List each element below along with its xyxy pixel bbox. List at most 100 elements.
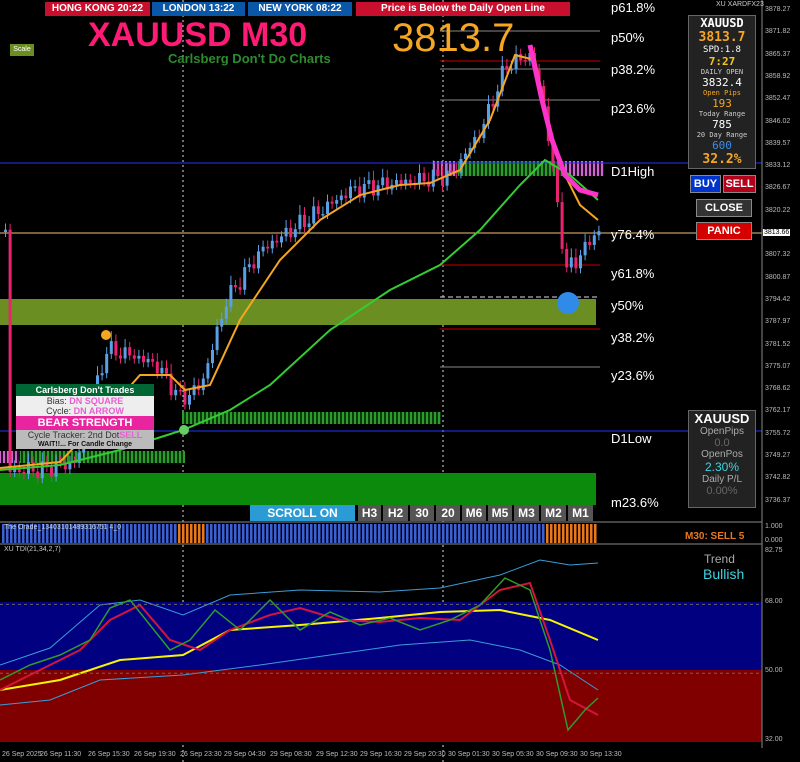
session-hong-kong: HONG KONG 20:22 [45,2,150,16]
orange-dot-marker [101,330,111,340]
info-panel: XAUUSD 3813.7 SPD:1.8 7:27 DAILY OPEN 38… [688,15,756,169]
sell-button[interactable]: SELL [723,175,756,193]
demand-zone [0,473,596,505]
time-tick: 29 Sep 08:30 [270,751,312,758]
price-tick: 3768.62 [765,385,791,393]
time-tick: 26 Sep 23:30 [180,751,222,758]
daily-pl-value: 0.00% [706,485,738,497]
y50-zone [0,299,596,325]
timeframe-m5[interactable]: M5 [488,505,512,521]
trend-label: Trend [704,552,735,566]
scroll-on-button[interactable]: SCROLL ON [250,505,355,521]
level-m23: m23.6% [611,495,659,510]
session-new-york: NEW YORK 08:22 [248,2,352,16]
price-tick: 3800.87 [765,273,791,281]
chart-canvas[interactable] [0,0,800,762]
green-dot-marker [179,425,189,435]
info-spread: SPD:1.8 [703,45,741,55]
time-tick: 30 Sep 01:30 [448,751,490,758]
time-tick: 29 Sep 16:30 [360,751,402,758]
trades-panel: Carlsberg Don't Trades Bias: DN SQUARE C… [16,384,154,451]
timeframe-m2[interactable]: M2 [541,505,566,521]
timeframe-20[interactable]: 20 [436,505,460,521]
price-tick: 3807.32 [765,251,791,259]
tracker-value: SELL [119,430,143,440]
time-tick: 26 Sep 2025 [2,751,42,758]
close-button[interactable]: CLOSE [696,199,752,217]
daily-open-banner: Price is Below the Daily Open Line [356,2,570,16]
level-p23: p23.6% [611,101,656,116]
timeframe-h3[interactable]: H3 [358,505,381,521]
price-tick: 3871.82 [765,28,791,36]
price-tick: 3852.47 [765,95,791,103]
orade-label: The Orade_13403101489316751 4_0 [4,524,122,531]
bias-label: Bias: [46,396,67,406]
level-y38: y38.2% [611,330,655,345]
time-tick: 30 Sep 13:30 [580,751,622,758]
open-pos-label: OpenPos [701,449,743,460]
price-tick: 3762.17 [765,407,791,415]
tdi-upper-zone [0,602,762,670]
orade-signal: M30: SELL 5 [685,531,745,542]
price-tick: 3794.42 [765,295,791,303]
time-tick: 30 Sep 09:30 [536,751,578,758]
timeframe-m6[interactable]: M6 [462,505,486,521]
price-tick: 3858.92 [765,72,791,80]
price-tick: 3846.02 [765,117,791,125]
buy-button[interactable]: BUY [690,175,721,193]
open-pips-value: 0.0 [714,437,730,449]
time-tick: 29 Sep 12:30 [316,751,358,758]
tdi-tick: 68.00 [765,598,783,605]
trades-title: Carlsberg Don't Trades [16,384,154,396]
info-20day: 600 [712,139,732,152]
blue-dot-marker [557,292,579,314]
level-d1high: D1High [611,164,655,179]
time-tick: 26 Sep 15:30 [88,751,130,758]
info-price: 3813.7 [698,30,746,45]
info-daily-open-label: DAILY OPEN [700,68,744,76]
level-d1low: D1Low [611,431,652,446]
daily-pl-label: Daily P/L [701,474,742,485]
timeframe-m1[interactable]: M1 [568,505,593,521]
info-daily-open: 3832.4 [702,76,742,89]
pips-symbol: XAUUSD [694,411,750,426]
level-y23: y23.6% [611,368,655,383]
timeframe-m3[interactable]: M3 [514,505,539,521]
info-20day-label: 20 Day Range [696,131,748,139]
time-tick: 29 Sep 04:30 [224,751,266,758]
price-tick: 3878.27 [765,6,791,13]
info-symbol: XAUUSD [700,16,744,30]
info-pct: 32.2% [702,152,742,167]
price-tick: 3820.22 [765,206,791,214]
bias-value: DN SQUARE [69,396,124,406]
price-tick: 3826.67 [765,184,791,192]
wait-message: WAIT!!... For Candle Change [16,440,154,449]
level-y61: y61.8% [611,266,655,281]
bear-strength: BEAR STRENGTH [16,416,154,430]
price-tick: 3787.97 [765,318,791,326]
time-tick: 30 Sep 05:30 [492,751,534,758]
price-tick: 3755.72 [765,429,791,437]
price-tick: 3839.57 [765,139,791,147]
time-tick: 26 Sep 11:30 [40,751,82,758]
tdi-tick: 50.00 [765,667,783,674]
price-tick: 3749.27 [765,452,791,459]
scale-button[interactable]: Scale [10,44,34,56]
info-open-pips-label: Open Pips [703,89,741,97]
cycle-value: DN ARROW [73,406,124,416]
level-p38: p38.2% [611,62,656,77]
level-p61: p61.8% [611,0,656,15]
price-tick: 3775.07 [765,362,791,370]
info-today-range-label: Today Range [698,110,746,118]
session-london: LONDON 13:22 [152,2,245,16]
price-tick: 3736.37 [765,496,791,504]
info-open-pips: 193 [712,97,732,110]
cycle-label: Cycle: [46,406,72,416]
panic-button[interactable]: PANIC [696,222,752,240]
corner-label: XU XARDFX23 [716,1,764,8]
timeframe-h2[interactable]: H2 [383,505,408,521]
open-pips-label: OpenPips [700,426,744,437]
timeframe-30[interactable]: 30 [410,505,434,521]
tdi-lower-zone [0,670,762,742]
price-tick: 3781.52 [765,340,791,348]
